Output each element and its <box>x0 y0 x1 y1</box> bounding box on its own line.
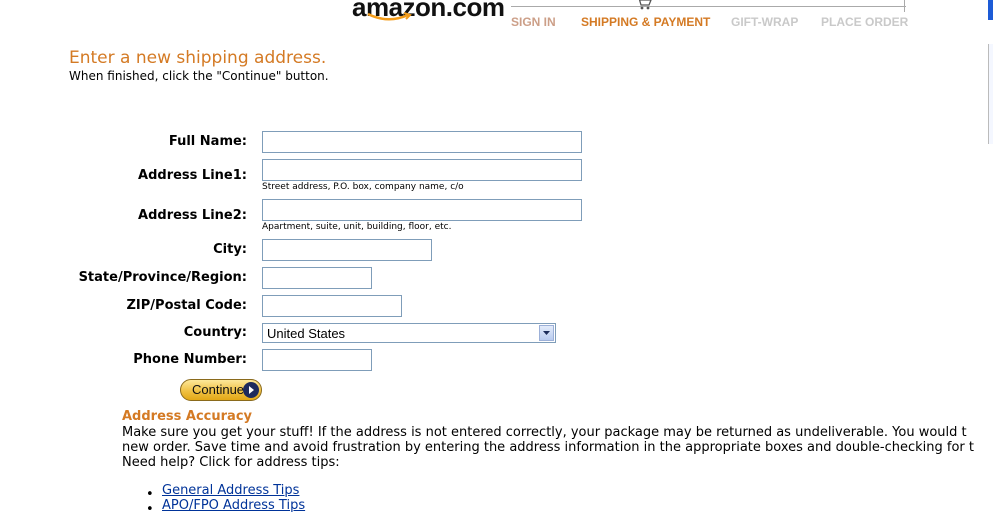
smile-arrow-icon <box>367 12 412 21</box>
general-address-tips-link[interactable]: General Address Tips <box>162 483 299 498</box>
full-name-input[interactable] <box>262 131 582 153</box>
address-line2-hint: Apartment, suite, unit, building, floor,… <box>262 222 452 232</box>
continue-label: Continue <box>192 382 245 397</box>
address-accuracy-heading: Address Accuracy <box>122 409 252 424</box>
continue-button[interactable]: Continue <box>180 379 262 401</box>
accuracy-text-line-2: new order. Save time and avoid frustrati… <box>122 440 975 455</box>
address-line1-label: Address Line1: <box>138 168 247 183</box>
country-select[interactable]: United States <box>262 323 556 343</box>
step-gift-wrap: GIFT-WRAP <box>731 15 799 29</box>
chevron-down-icon[interactable] <box>539 325 554 341</box>
step-sign-in: SIGN IN <box>511 15 556 29</box>
address-line2-label: Address Line2: <box>138 208 247 223</box>
accuracy-text-line-3: Need help? Click for address tips: <box>122 455 340 470</box>
phone-label: Phone Number: <box>133 352 247 367</box>
zip-input[interactable] <box>262 295 402 317</box>
list-item: • APO/FPO Address Tips <box>146 498 305 517</box>
accuracy-text-line-1: Make sure you get your stuff! If the add… <box>122 425 967 440</box>
step-shipping-payment: SHIPPING & PAYMENT <box>581 15 711 29</box>
address-line1-input[interactable] <box>262 159 582 181</box>
state-input[interactable] <box>262 267 372 289</box>
page-subtitle: When finished, click the "Continue" butt… <box>69 69 329 83</box>
step-place-order: PLACE ORDER <box>821 15 909 29</box>
checkout-progress-end <box>904 0 905 12</box>
apo-fpo-address-tips-link[interactable]: APO/FPO Address Tips <box>162 498 305 513</box>
state-label: State/Province/Region: <box>78 270 247 285</box>
country-selected-value: United States <box>267 326 346 341</box>
full-name-label: Full Name: <box>168 134 247 149</box>
adjacent-window-panel <box>988 44 993 144</box>
shopping-cart-icon <box>638 0 652 10</box>
checkout-progress-line <box>511 6 906 7</box>
phone-input[interactable] <box>262 349 372 371</box>
bullet-icon: • <box>146 502 154 517</box>
page-title: Enter a new shipping address. <box>69 48 327 68</box>
adjacent-window-edge <box>988 0 993 20</box>
city-label: City: <box>213 242 247 257</box>
country-label: Country: <box>183 325 247 340</box>
zip-label: ZIP/Postal Code: <box>126 298 248 313</box>
address-line2-input[interactable] <box>262 199 582 221</box>
address-line1-hint: Street address, P.O. box, company name, … <box>262 182 464 192</box>
city-input[interactable] <box>262 239 432 261</box>
amazon-logo[interactable]: amazon.com <box>352 0 505 28</box>
arrow-right-icon <box>243 382 259 398</box>
